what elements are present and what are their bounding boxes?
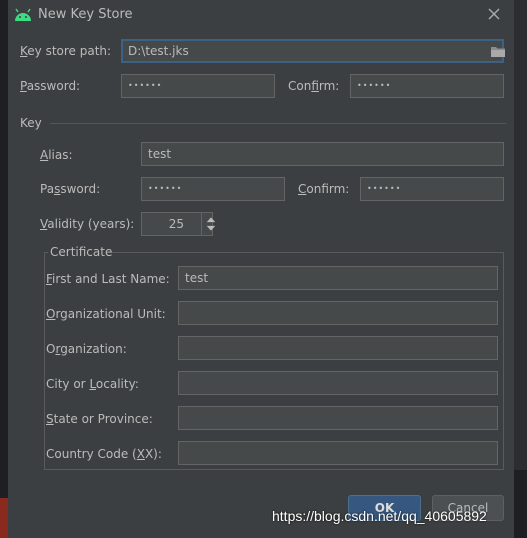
new-key-store-dialog: New Key Store Key store path: D:\test.jk… <box>8 0 514 538</box>
alias-label: Alias: <box>40 148 73 162</box>
organization-label: Organization: <box>46 342 127 356</box>
key-password-label: Password: <box>40 182 101 196</box>
certificate-border-left <box>44 252 48 253</box>
spinner-arrows-icon[interactable] <box>201 212 220 236</box>
background-app-fragment <box>0 498 8 538</box>
first-last-name-field[interactable]: test <box>178 266 498 290</box>
folder-icon[interactable] <box>490 45 506 58</box>
key-section-divider <box>50 123 506 124</box>
country-code-label: Country Code (XX): <box>46 447 162 461</box>
first-last-name-label: First and Last Name: <box>46 272 170 286</box>
organizational-unit-field[interactable] <box>178 301 498 325</box>
keystore-confirm-label: Confirm: <box>288 79 340 93</box>
keystore-password-label: Password: <box>20 79 81 93</box>
organization-field[interactable] <box>178 336 498 360</box>
close-icon[interactable] <box>486 6 502 22</box>
key-store-path-label: Key store path: <box>20 44 112 58</box>
state-province-field[interactable] <box>178 406 498 430</box>
key-store-path-field[interactable]: D:\test.jks <box>121 39 504 63</box>
validity-label: Validity (years): <box>40 217 135 231</box>
key-section-label: Key <box>20 116 42 130</box>
keystore-confirm-field[interactable]: •••••• <box>350 74 504 98</box>
android-icon <box>15 8 31 21</box>
city-locality-field[interactable] <box>178 371 498 395</box>
background-app-fragment-right <box>514 470 527 538</box>
key-confirm-field[interactable]: •••••• <box>360 177 504 201</box>
country-code-field[interactable] <box>178 441 498 465</box>
key-password-field[interactable]: •••••• <box>141 177 285 201</box>
title-bar[interactable]: New Key Store <box>8 0 514 30</box>
certificate-section-label: Certificate <box>50 245 113 259</box>
city-locality-label: City or Locality: <box>46 377 139 391</box>
organizational-unit-label: Organizational Unit: <box>46 307 166 321</box>
background-app-strip <box>0 0 8 538</box>
state-province-label: State or Province: <box>46 412 153 426</box>
watermark-text: https://blog.csdn.net/qq_40605892 <box>272 508 487 524</box>
alias-field[interactable]: test <box>141 142 504 166</box>
keystore-password-field[interactable]: •••••• <box>121 74 275 98</box>
dialog-title: New Key Store <box>38 7 133 22</box>
key-confirm-label: Confirm: <box>298 182 350 196</box>
certificate-border-right <box>110 252 504 253</box>
